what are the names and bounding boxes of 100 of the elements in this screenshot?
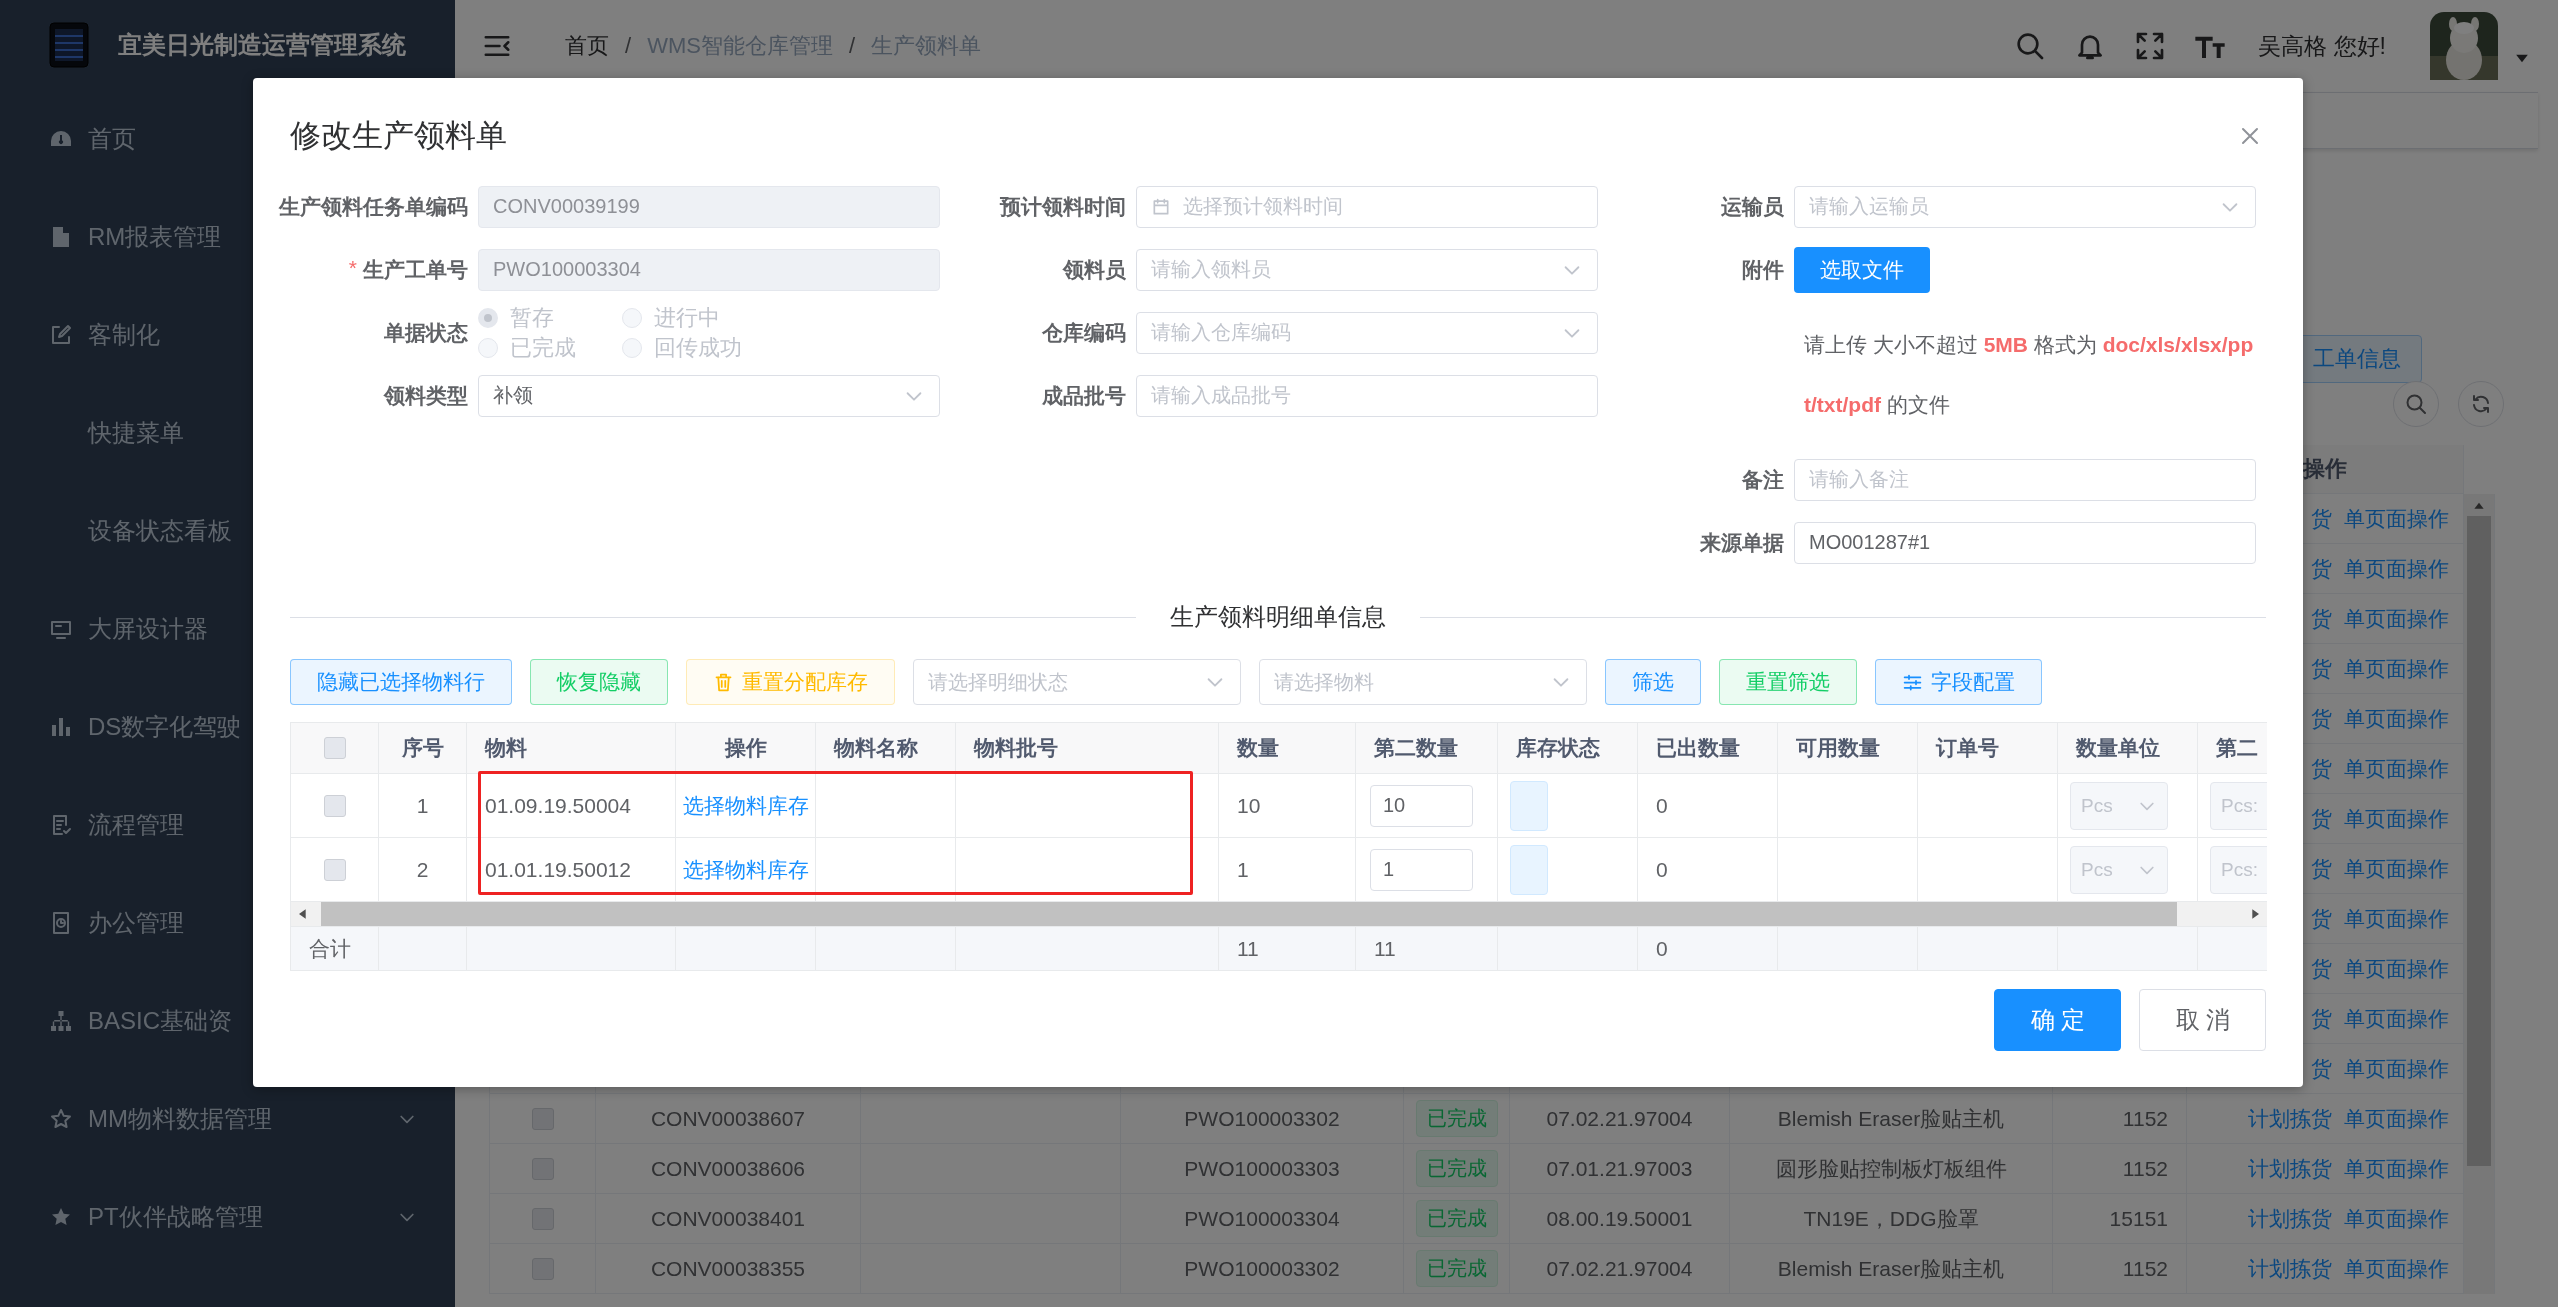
toolbar-button[interactable]: 字段配置	[1875, 659, 2042, 705]
action-link[interactable]: 单页面操作	[2344, 654, 2449, 683]
action-link[interactable]: 货	[2311, 604, 2332, 633]
checkbox[interactable]	[323, 794, 346, 817]
action-link[interactable]: 货	[2311, 554, 2332, 583]
sidebar-item[interactable]: PT伙伴战略管理	[0, 1168, 455, 1266]
action-link[interactable]: 货	[2311, 1004, 2332, 1033]
table-cell: 1152	[2053, 1244, 2187, 1294]
action-link[interactable]: 单页面操作	[2344, 1004, 2449, 1033]
action-link[interactable]: 单页面操作	[2344, 604, 2449, 633]
quantity-field[interactable]: 1	[1370, 848, 1473, 891]
table-cell: Blemish Eraser脸贴主机	[1730, 1094, 2053, 1144]
table-cell: PWO100003302	[1121, 1244, 1404, 1294]
action-link[interactable]: 货	[2311, 704, 2332, 733]
checkbox[interactable]	[323, 858, 346, 881]
toolbar-button[interactable]: 恢复隐藏	[530, 659, 668, 705]
action-link[interactable]: 单页面操作	[2344, 554, 2449, 583]
checkbox[interactable]	[531, 1107, 554, 1130]
refresh-button[interactable]	[2458, 381, 2504, 427]
checkbox[interactable]	[531, 1207, 554, 1230]
action-link[interactable]: 单页面操作	[2344, 704, 2449, 733]
action-link[interactable]: 货	[2311, 504, 2332, 533]
scrollbar-thumb[interactable]	[2467, 516, 2491, 1166]
action-link[interactable]: 货	[2311, 904, 2332, 933]
text-field[interactable]: MO001287#1	[1794, 521, 2256, 564]
field-label: 生产工单号	[363, 256, 468, 283]
checkbox[interactable]	[323, 737, 346, 759]
text-field[interactable]: 请输入成品批号	[1136, 374, 1598, 417]
status-tag: 已完成	[1415, 1250, 1498, 1287]
search-button[interactable]	[2393, 381, 2439, 427]
action-link[interactable]: 计划拣货	[2248, 1204, 2332, 1233]
action-link[interactable]: 单页面操作	[2344, 1154, 2449, 1183]
column-header: 第二数量	[1356, 723, 1498, 774]
table-cell: CONV00038607	[596, 1094, 861, 1144]
checkbox[interactable]	[531, 1157, 554, 1180]
select-field[interactable]: 补领	[478, 374, 940, 417]
breadcrumb-item[interactable]: 首页	[565, 31, 609, 61]
table-cell: 07.02.21.97004	[1510, 1244, 1730, 1294]
confirm-button[interactable]: 确定	[1994, 989, 2121, 1051]
action-link[interactable]: 货	[2311, 754, 2332, 783]
sidebar-item[interactable]: BASIC基础资	[0, 972, 455, 1070]
breadcrumb-separator: /	[625, 33, 632, 59]
upload-button[interactable]: 选取文件	[1794, 246, 1930, 293]
action-link[interactable]: 单页面操作	[2344, 1054, 2449, 1083]
table-cell: CONV00038606	[596, 1144, 861, 1194]
select-field[interactable]: 请输入仓库编码	[1136, 311, 1598, 354]
field-label: 来源单据	[1700, 529, 1784, 556]
action-link[interactable]: 货	[2311, 1054, 2332, 1083]
action-link[interactable]: 计划拣货	[2248, 1254, 2332, 1283]
table-cell: PWO100003302	[1121, 1094, 1404, 1144]
upload-hint: 请上传 大小不超过 5MB 格式为 doc/xls/xlsx/ppt/txt/pdf 的文件	[1804, 332, 2255, 418]
status-tag	[1510, 780, 1548, 831]
greeting: 吴高格 您好!	[2258, 31, 2386, 61]
action-link[interactable]: 选择物料库存	[682, 855, 809, 884]
action-link[interactable]: 单页面操作	[2344, 1104, 2449, 1133]
column-header: 可用数量	[1778, 723, 1918, 774]
select-field[interactable]: 请输入领料员	[1136, 248, 1598, 291]
field-label: 领料类型	[384, 382, 468, 409]
toolbar-button[interactable]: 重置筛选	[1719, 659, 1857, 705]
field-label: 生产领料任务单编码	[279, 193, 468, 220]
action-link[interactable]: 计划拣货	[2248, 1154, 2332, 1183]
cancel-button[interactable]: 取消	[2139, 989, 2266, 1051]
sidebar-item[interactable]: MM物料数据管理	[0, 1070, 455, 1168]
quantity-field[interactable]: 10	[1370, 784, 1473, 827]
action-link[interactable]: 货	[2311, 804, 2332, 833]
table-cell: 1152	[2053, 1094, 2187, 1144]
action-link[interactable]: 选择物料库存	[682, 791, 809, 820]
table-cell: TN19E，DDG脸罩	[1730, 1194, 2053, 1244]
action-link[interactable]: 单页面操作	[2344, 804, 2449, 833]
toolbar-button[interactable]: 隐藏已选择物料行	[290, 659, 512, 705]
select-field[interactable]: 请选择物料	[1259, 659, 1587, 705]
action-link[interactable]: 单页面操作	[2344, 904, 2449, 933]
action-link[interactable]: 单页面操作	[2344, 854, 2449, 883]
section-title: 生产领料明细单信息	[1169, 602, 1387, 632]
status-tag: 已完成	[1415, 1150, 1498, 1187]
action-link[interactable]: 计划拣货	[2248, 1104, 2332, 1133]
field-label: 运输员	[1721, 193, 1784, 220]
action-link[interactable]: 单页面操作	[2344, 1254, 2449, 1283]
checkbox[interactable]	[531, 1257, 554, 1280]
column-header: 数量单位	[2058, 723, 2198, 774]
action-link[interactable]: 单页面操作	[2344, 1204, 2449, 1233]
action-link[interactable]: 单页面操作	[2344, 954, 2449, 983]
action-link[interactable]: 单页面操作	[2344, 754, 2449, 783]
action-link[interactable]: 单页面操作	[2344, 504, 2449, 533]
text-field[interactable]: 请输入备注	[1794, 458, 2256, 501]
action-link[interactable]: 货	[2311, 854, 2332, 883]
table-cell: 10	[1219, 774, 1356, 838]
table-cell: 08.00.19.50001	[1510, 1194, 1730, 1244]
action-link[interactable]: 货	[2311, 654, 2332, 683]
action-link[interactable]: 货	[2311, 954, 2332, 983]
column-header: 订单号	[1918, 723, 2058, 774]
toolbar-button[interactable]: 筛选	[1605, 659, 1701, 705]
table-cell: 07.01.21.97003	[1510, 1144, 1730, 1194]
date-field[interactable]: 选择预计领料时间	[1136, 185, 1598, 228]
select-field[interactable]: 请输入运输员	[1794, 185, 2256, 228]
column-header: 物料名称	[816, 723, 956, 774]
table-cell: CONV00038401	[596, 1194, 861, 1244]
edit-icon	[49, 323, 73, 347]
calendar-icon	[1151, 196, 1171, 217]
select-field[interactable]: 请选择明细状态	[913, 659, 1241, 705]
